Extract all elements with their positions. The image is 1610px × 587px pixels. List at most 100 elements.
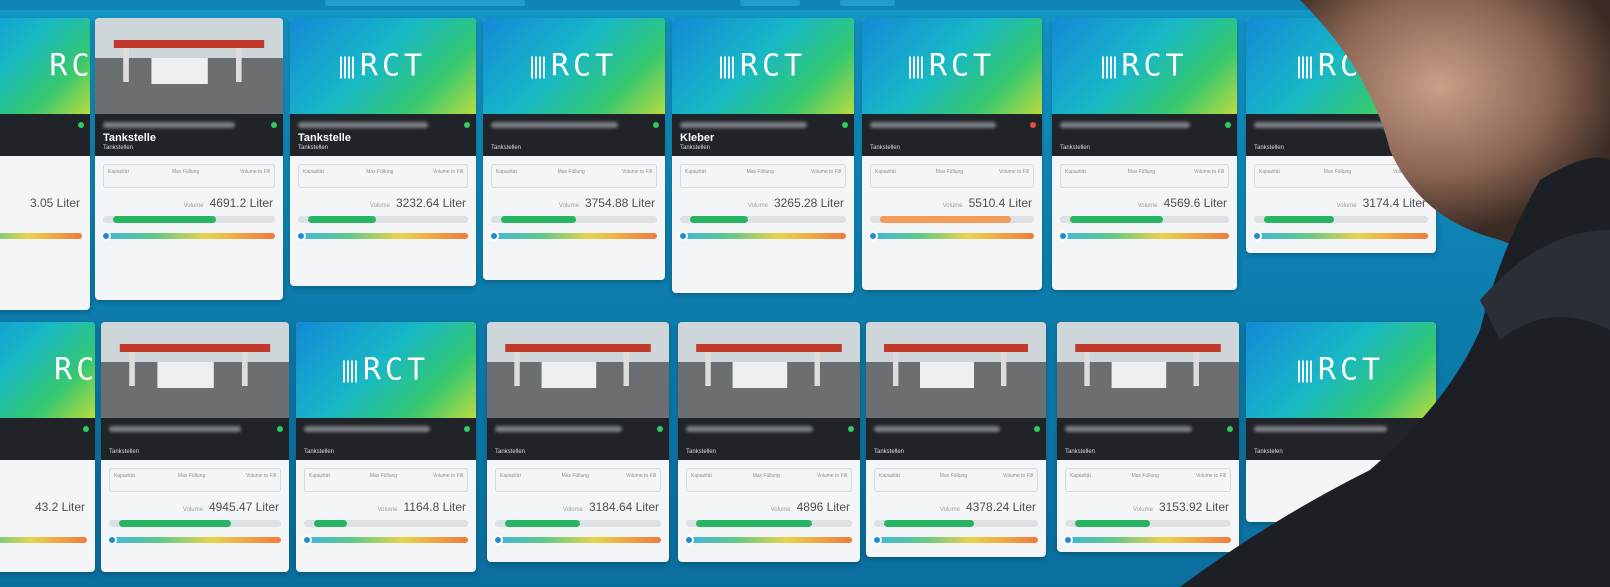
stat-label: Max Füllung: [746, 169, 774, 175]
stat-label: Kapazität: [303, 169, 324, 175]
card-header: Tankstellen: [1057, 418, 1239, 460]
tank-card[interactable]: RCT Tankstellen Kapazität Max Füllung Volu…: [1052, 18, 1237, 290]
status-dot: [657, 426, 663, 432]
edge-card[interactable]: RCT 3.05 Liter: [0, 18, 90, 310]
tank-card[interactable]: Tankstellen Kapazität Max Füllung Volume …: [487, 322, 669, 562]
card-header: Tankstellen: [862, 114, 1042, 156]
station-photo: [678, 322, 860, 418]
rct-logo: RCT: [1297, 49, 1384, 84]
status-dot: [842, 122, 848, 128]
stat-label: Volume to Fill: [625, 473, 656, 479]
tank-card[interactable]: RCT Tankstelen: [1246, 322, 1436, 522]
rct-logo-banner: RCT: [862, 18, 1042, 114]
stat-label: Max Füllung: [369, 473, 398, 479]
station-photo: [95, 18, 283, 114]
temperature-gauge: [493, 535, 661, 545]
fill-level-bar: [298, 216, 468, 223]
stat-label: Kapazität: [309, 473, 330, 479]
gauge-knob: [1252, 231, 1262, 241]
stat-label: Kapazität: [114, 473, 135, 479]
volume-readout: Volume 4945.47 Liter: [182, 500, 279, 514]
edge-card[interactable]: RCT 43.2 Liter: [0, 322, 95, 572]
tank-card[interactable]: RCT Tankstellen Kapazität Max Füllung Volu…: [1246, 18, 1436, 253]
station-category: Tankstellen: [298, 145, 329, 151]
stat-label: Volume to Fill: [1392, 169, 1423, 175]
stat-label: Kapazität: [879, 473, 900, 479]
stat-label: Volume to Fill: [245, 473, 276, 479]
volume-readout: Volume 4896 Liter: [770, 500, 850, 514]
card-header: Tankstellen: [296, 418, 476, 460]
tank-card[interactable]: Tankstellen Kapazität Max Füllung Volume …: [678, 322, 860, 562]
rct-logo-banner: RCT: [483, 18, 665, 114]
fill-level-bar: [109, 520, 281, 527]
stat-label: Max Füllung: [939, 473, 968, 479]
stat-label: Kapazität: [496, 169, 517, 175]
tank-card[interactable]: Tankstellen Kapazität Max Füllung Volume …: [866, 322, 1046, 557]
stat-label: Volume to Fill: [1193, 169, 1224, 175]
tank-card[interactable]: RCT Tankstelle Tankstellen Kapazität Max Fü…: [290, 18, 476, 286]
status-dot: [1424, 122, 1430, 128]
tank-card[interactable]: RCT Kleber Tankstellen Kapazität Max Füllun…: [672, 18, 854, 293]
volume-readout: Volume 5510.4 Liter: [942, 196, 1032, 210]
station-category: Tankstellen: [109, 449, 140, 455]
gauge-knob: [107, 535, 117, 545]
stats-box: Kapazität Max Füllung Volume to Fill: [491, 164, 657, 188]
rct-logo-banner: RCT: [296, 322, 476, 418]
tank-card[interactable]: RCT Tankstellen Kapazität Max Füllung Volu…: [862, 18, 1042, 290]
status-dot: [1424, 426, 1430, 432]
stat-label: Kapazität: [691, 473, 712, 479]
tank-card[interactable]: RCT Tankstellen Kapazität Max Füllung Volu…: [483, 18, 665, 280]
temperature-gauge: [1058, 231, 1229, 241]
card-header: Tankstellen: [1246, 114, 1436, 156]
volume-readout: Volume 4378.24 Liter: [939, 500, 1036, 514]
station-category: Tankstellen: [874, 449, 905, 455]
stats-box: Kapazität Max Füllung Volume to Fill: [680, 164, 846, 188]
volume-readout: Volume 3232.64 Liter: [369, 196, 466, 210]
status-dot: [848, 426, 854, 432]
stat-label: Max Füllung: [366, 169, 394, 175]
station-category: Tankstellen: [680, 145, 711, 151]
stat-label: Kapazität: [108, 169, 129, 175]
temperature-gauge: [678, 231, 846, 241]
station-category: Tankstellen: [491, 145, 522, 151]
temperature-gauge: [302, 535, 468, 545]
card-header: Tankstelle Tankstellen: [95, 114, 283, 156]
station-category: Tankstellen: [870, 145, 901, 151]
stat-label: Volume to Fill: [621, 169, 652, 175]
station-name: Kleber: [680, 132, 715, 144]
stat-label: Max Füllung: [178, 473, 206, 479]
card-header: Tankstellen: [678, 418, 860, 460]
tank-card[interactable]: Tankstellen Kapazität Max Füllung Volume …: [101, 322, 289, 572]
stat-label: Max Füllung: [1323, 169, 1352, 175]
station-photo: [101, 322, 289, 418]
gauge-knob: [678, 231, 688, 241]
stat-label: Max Füllung: [561, 473, 589, 479]
fill-level-bar: [686, 520, 852, 527]
tank-card[interactable]: RCT Tankstellen Kapazität Max Füllung Volu…: [296, 322, 476, 572]
card-header: Tankstelen: [1246, 418, 1436, 460]
volume-readout: Volume 1164.8 Liter: [377, 500, 466, 514]
stat-label: Volume to Fill: [239, 169, 270, 175]
stats-box: Kapazität Max Füllung Volume to Fill: [686, 468, 852, 492]
stat-label: Volume to Fill: [1195, 473, 1226, 479]
station-name: Tankstelle: [298, 132, 351, 144]
stats-box: Kapazität Max Füllung Volume to Fill: [874, 468, 1038, 492]
card-header: Tankstellen: [487, 418, 669, 460]
station-name: Tankstelle: [103, 132, 156, 144]
temperature-gauge: [872, 535, 1038, 545]
tank-card[interactable]: Tankstelle Tankstellen Kapazität Max Füllu…: [95, 18, 283, 300]
card-header: Tankstelle Tankstellen: [290, 114, 476, 156]
edge-volume: 3.05 Liter: [29, 196, 80, 210]
dashboard-wall: RCT 3.05 Liter RCT 43.2 Liter Tankstelle…: [0, 0, 1610, 587]
stats-box: Kapazität Max Füllung Volume to Fill: [298, 164, 468, 188]
stats-box: Kapazität Max Füllung Volume to Fill: [103, 164, 275, 188]
stat-label: Kapazität: [1070, 473, 1091, 479]
fill-level-bar: [1060, 216, 1229, 223]
gauge-knob: [302, 535, 312, 545]
temperature-gauge: [684, 535, 852, 545]
fill-level-bar: [874, 520, 1038, 527]
rct-logo: RCT: [530, 49, 617, 84]
tank-card[interactable]: Tankstellen Kapazität Max Füllung Volume …: [1057, 322, 1239, 552]
stats-box: Kapazität Max Füllung Volume to Fill: [1060, 164, 1229, 188]
rct-logo-banner: RCT: [290, 18, 476, 114]
